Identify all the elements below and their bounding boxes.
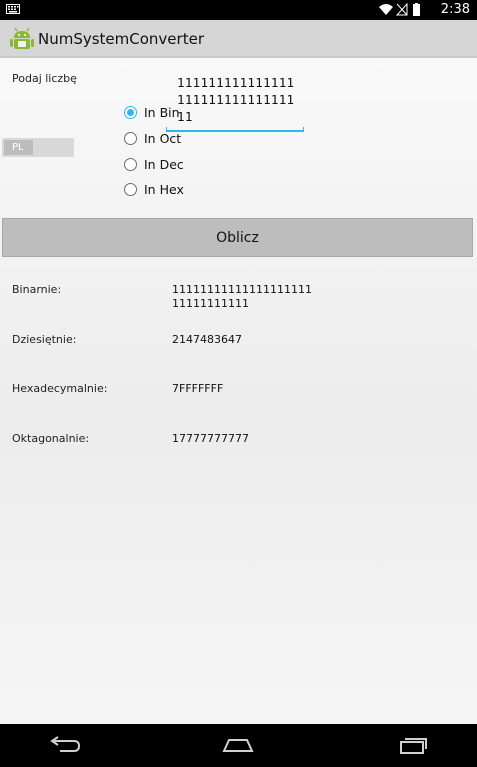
recent-apps-icon[interactable] [393, 732, 433, 758]
radio-in-oct-label: In Oct [144, 130, 182, 146]
result-binary-value: 1111111111111111111111111111111 [172, 283, 312, 310]
number-input-underline [166, 127, 304, 132]
radio-in-hex[interactable]: In Hex [124, 179, 184, 199]
clock: 2:38 [440, 2, 470, 17]
result-octal-label: Oktagonalnie: [12, 432, 90, 445]
result-decimal-value: 2147483647 [172, 333, 242, 346]
battery-icon [413, 3, 420, 16]
system-status-icons [379, 3, 420, 16]
wifi-icon [379, 4, 393, 15]
keyboard-icon [6, 4, 20, 14]
radio-in-dec-indicator [124, 157, 137, 171]
app-title: NumSystemConverter [38, 30, 204, 48]
status-bar: 2:38 [0, 0, 477, 20]
number-input[interactable]: 11111111111111111111111111111111 [177, 74, 297, 125]
radio-in-bin[interactable]: In Bin [124, 102, 180, 122]
radio-in-dec[interactable]: In Dec [124, 154, 184, 174]
language-toggle[interactable]: PL [2, 138, 74, 157]
home-icon[interactable] [218, 732, 258, 758]
navigation-bar [0, 724, 477, 767]
radio-in-hex-indicator [124, 182, 137, 196]
radio-in-oct[interactable]: In Oct [124, 128, 181, 148]
radio-in-bin-label: In Bin [144, 104, 180, 120]
language-toggle-knob: PL [4, 140, 33, 155]
calculate-button[interactable]: Oblicz [2, 218, 473, 257]
back-icon[interactable] [44, 732, 84, 758]
action-bar: NumSystemConverter [0, 20, 477, 58]
signal-icon [395, 3, 408, 16]
radio-in-bin-indicator [124, 105, 137, 119]
radio-in-dec-label: In Dec [144, 156, 184, 172]
android-app-icon [10, 27, 34, 49]
input-prompt-label: Podaj liczbę [12, 72, 77, 85]
result-octal-value: 17777777777 [172, 432, 249, 445]
result-hex-value: 7FFFFFFF [172, 382, 224, 395]
radio-in-oct-indicator [124, 131, 137, 145]
result-decimal-label: Dziesiętnie: [12, 333, 77, 346]
result-binary-label: Binarnie: [12, 283, 62, 296]
result-hex-label: Hexadecymalnie: [12, 382, 108, 395]
radio-in-hex-label: In Hex [144, 181, 184, 197]
